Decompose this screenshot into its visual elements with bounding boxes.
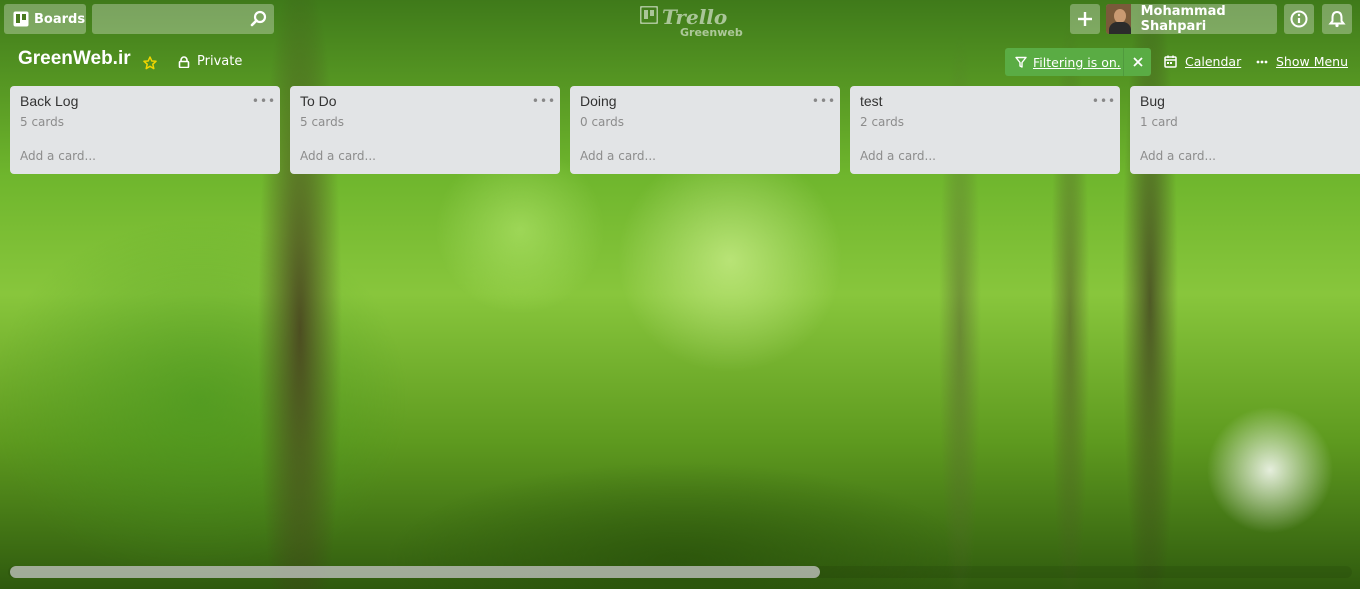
list-to-do: To Do ••• 5 cards Add a card... [290,86,560,174]
list-card-count: 5 cards [300,115,344,129]
list-back-log: Back Log ••• 5 cards Add a card... [10,86,280,174]
calendar-icon [1164,55,1177,68]
add-card-link[interactable]: Add a card... [580,149,656,163]
board-title[interactable]: GreenWeb.ir [18,48,131,70]
list-name[interactable]: test [860,93,883,109]
boards-label: Boards [34,11,86,27]
bell-icon [1328,10,1346,28]
trello-logo-icon [640,6,658,24]
list-menu-icon[interactable]: ••• [532,94,555,108]
show-menu-button[interactable]: Show Menu [1256,54,1348,69]
search-input[interactable] [92,4,242,34]
avatar [1106,4,1131,34]
list-card-count: 0 cards [580,115,624,129]
visibility-button[interactable]: Private [178,54,242,69]
filter-label[interactable]: Filtering is on. [1033,55,1121,70]
plus-icon [1078,12,1092,26]
list-name[interactable]: Bug [1140,93,1165,109]
info-icon [1290,10,1308,28]
list-test: test ••• 2 cards Add a card... [850,86,1120,174]
trello-board-icon [8,11,34,27]
list-card-count: 5 cards [20,115,64,129]
list-menu-icon[interactable]: ••• [812,94,835,108]
notifications-button[interactable] [1322,4,1352,34]
list-name[interactable]: Doing [580,93,617,109]
list-menu-icon[interactable]: ••• [252,94,275,108]
logo-subtext: Greenweb [680,26,743,39]
user-menu-button[interactable]: Mohammad Shahpari [1106,4,1277,34]
logo-text: Trello [662,5,728,29]
ellipsis-icon [1256,60,1268,63]
user-name: Mohammad Shahpari [1140,4,1226,34]
search-box[interactable] [92,4,274,34]
search-icon[interactable] [250,10,268,32]
filter-badge[interactable]: Filtering is on. [1005,48,1151,76]
add-card-link[interactable]: Add a card... [1140,149,1216,163]
close-icon [1132,57,1143,67]
list-name[interactable]: To Do [300,93,337,109]
lock-icon [178,55,190,68]
list-name[interactable]: Back Log [20,93,78,109]
info-button[interactable] [1284,4,1314,34]
calendar-button[interactable]: Calendar [1164,54,1241,69]
list-card-count: 1 card [1140,115,1178,129]
trello-logo[interactable]: Trello Greenweb [640,5,750,39]
visibility-label: Private [197,54,243,69]
list-bug: Bug 1 card Add a card... [1130,86,1360,174]
boards-button[interactable]: Boards [4,4,86,34]
top-header: Boards Trello Greenweb Mohammad Shahpari [0,0,1360,40]
list-doing: Doing ••• 0 cards Add a card... [570,86,840,174]
list-card-count: 2 cards [860,115,904,129]
add-card-link[interactable]: Add a card... [300,149,376,163]
add-card-link[interactable]: Add a card... [20,149,96,163]
horizontal-scrollbar-thumb[interactable] [10,566,820,578]
clear-filter-button[interactable] [1123,48,1151,76]
filter-icon [1015,56,1027,68]
list-menu-icon[interactable]: ••• [1092,94,1115,108]
add-card-link[interactable]: Add a card... [860,149,936,163]
star-icon[interactable] [143,55,157,74]
add-button[interactable] [1070,4,1100,34]
calendar-label: Calendar [1185,54,1242,69]
show-menu-label: Show Menu [1276,54,1349,69]
